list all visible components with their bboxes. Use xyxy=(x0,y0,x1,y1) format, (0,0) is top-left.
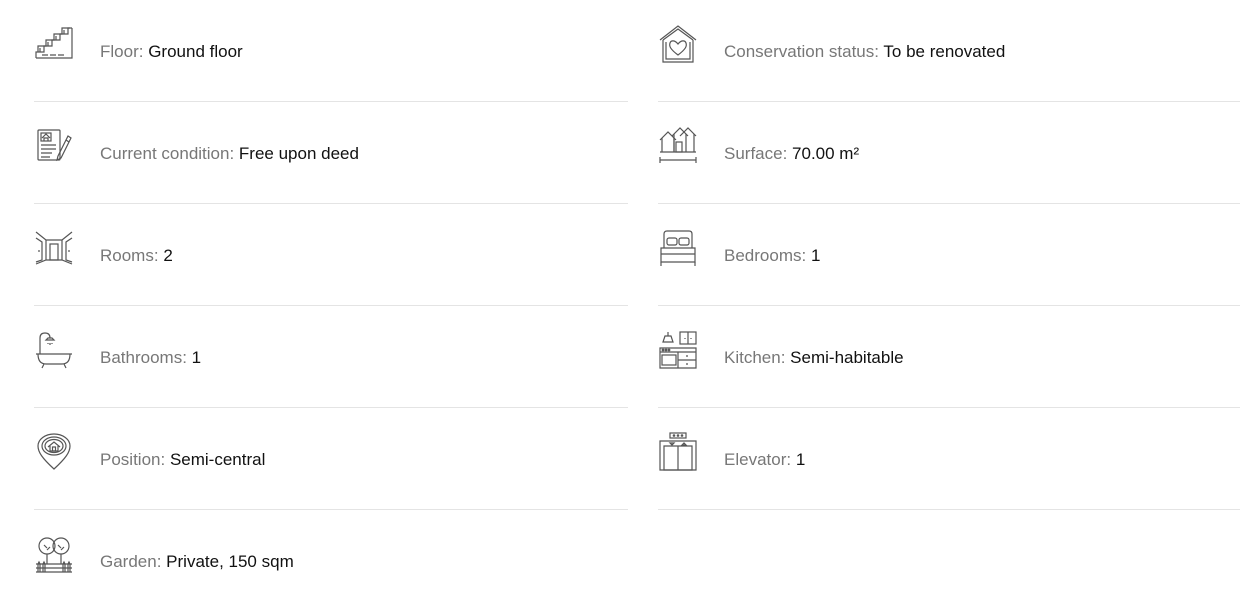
feature-label: Elevator: xyxy=(724,450,792,469)
surface-houses-icon xyxy=(658,126,698,166)
feature-text: Position: Semi-central xyxy=(100,450,265,470)
feature-label: Surface: xyxy=(724,144,788,163)
features-right-column: Conservation status: To be renovated Sur… xyxy=(658,0,1240,510)
feature-garden: Garden: Private, 150 sqm xyxy=(34,510,628,612)
kitchen-icon xyxy=(658,330,698,370)
feature-value: 1 xyxy=(810,246,821,265)
stairs-icon xyxy=(34,24,74,64)
location-pin-icon xyxy=(34,432,74,472)
feature-elevator: Elevator: 1 xyxy=(658,408,1240,510)
feature-text: Rooms: 2 xyxy=(100,246,173,266)
feature-position: Position: Semi-central xyxy=(34,408,628,510)
feature-value: Semi-habitable xyxy=(790,348,904,367)
house-heart-icon xyxy=(658,24,698,64)
feature-kitchen: Kitchen: Semi-habitable xyxy=(658,306,1240,408)
bed-icon xyxy=(658,228,698,268)
feature-rooms: Rooms: 2 xyxy=(34,204,628,306)
feature-text: Garden: Private, 150 sqm xyxy=(100,552,294,572)
feature-value: Free upon deed xyxy=(238,144,359,163)
feature-label: Bathrooms: xyxy=(100,348,187,367)
feature-surface: Surface: 70.00 m² xyxy=(658,102,1240,204)
features-left-column: Floor: Ground floor Current condition: F… xyxy=(34,0,628,612)
feature-value: 1 xyxy=(191,348,202,367)
elevator-icon xyxy=(658,432,698,472)
feature-text: Current condition: Free upon deed xyxy=(100,144,359,164)
feature-text: Conservation status: To be renovated xyxy=(724,42,1005,62)
feature-label: Conservation status: xyxy=(724,42,879,61)
feature-label: Position: xyxy=(100,450,166,469)
feature-value: Semi-central xyxy=(169,450,266,469)
feature-text: Surface: 70.00 m² xyxy=(724,144,859,164)
feature-value: To be renovated xyxy=(883,42,1006,61)
feature-bathrooms: Bathrooms: 1 xyxy=(34,306,628,408)
feature-text: Kitchen: Semi-habitable xyxy=(724,348,904,368)
feature-current-condition: Current condition: Free upon deed xyxy=(34,102,628,204)
feature-text: Floor: Ground floor xyxy=(100,42,243,62)
feature-value: 2 xyxy=(163,246,173,265)
rooms-icon xyxy=(34,228,74,268)
feature-value: 70.00 m² xyxy=(792,144,860,163)
feature-label: Current condition: xyxy=(100,144,235,163)
feature-text: Bedrooms: 1 xyxy=(724,246,820,266)
feature-conservation-status: Conservation status: To be renovated xyxy=(658,0,1240,102)
feature-text: Bathrooms: 1 xyxy=(100,348,201,368)
feature-value: Private, 150 sqm xyxy=(166,552,294,571)
feature-bedrooms: Bedrooms: 1 xyxy=(658,204,1240,306)
garden-icon xyxy=(34,534,74,574)
feature-value: 1 xyxy=(795,450,806,469)
feature-text: Elevator: 1 xyxy=(724,450,805,470)
feature-floor: Floor: Ground floor xyxy=(34,0,628,102)
feature-label: Garden: xyxy=(100,552,162,571)
feature-label: Rooms: xyxy=(100,246,159,265)
feature-label: Kitchen: xyxy=(724,348,786,367)
deed-document-icon xyxy=(34,126,74,166)
feature-label: Floor: xyxy=(100,42,144,61)
feature-label: Bedrooms: xyxy=(724,246,807,265)
feature-value: Ground floor xyxy=(148,42,243,61)
bathtub-icon xyxy=(34,330,74,370)
